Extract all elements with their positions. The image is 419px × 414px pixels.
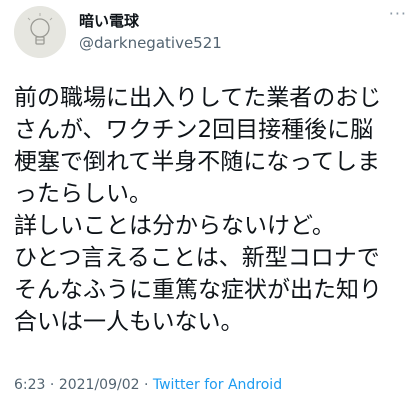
tweet-text: 前の職場に出入りしてた業者のおじ さんが、ワクチン2回目接種後に脳 梗塞で倒れて…	[14, 82, 414, 338]
tweet-header: 暗い電球 @darknegative521 ···	[0, 0, 419, 70]
tweet-line: 詳しいことは分からないけど。	[14, 213, 335, 239]
tweet-line: 前の職場に出入りしてた業者のおじ	[14, 85, 382, 111]
light-bulb-icon	[14, 6, 66, 58]
tweet-line: 梗塞で倒れて半身不随になってしま	[14, 149, 381, 175]
tweet-line: ひとつ言えることは、新型コロナで	[14, 245, 380, 271]
tweet-line: さんが、ワクチン2回目接種後に脳	[14, 117, 374, 143]
avatar[interactable]	[14, 6, 66, 58]
meta-separator: ·	[45, 377, 59, 393]
meta-separator: ·	[139, 377, 153, 393]
tweet-line: 合いは一人もいない。	[14, 309, 244, 335]
display-name[interactable]: 暗い電球	[79, 10, 139, 31]
tweet-date[interactable]: 2021/09/02	[59, 377, 140, 393]
user-handle[interactable]: @darknegative521	[79, 34, 222, 52]
more-options-icon[interactable]: ···	[389, 6, 407, 22]
tweet-source-link[interactable]: Twitter for Android	[153, 377, 282, 393]
tweet-line: ったらしい。	[14, 181, 152, 207]
tweet-time[interactable]: 6:23	[14, 377, 45, 393]
tweet-line: そんなふうに重篤な症状が出た知り	[14, 277, 382, 303]
tweet-meta: 6:23 · 2021/09/02 · Twitter for Android	[14, 377, 282, 393]
